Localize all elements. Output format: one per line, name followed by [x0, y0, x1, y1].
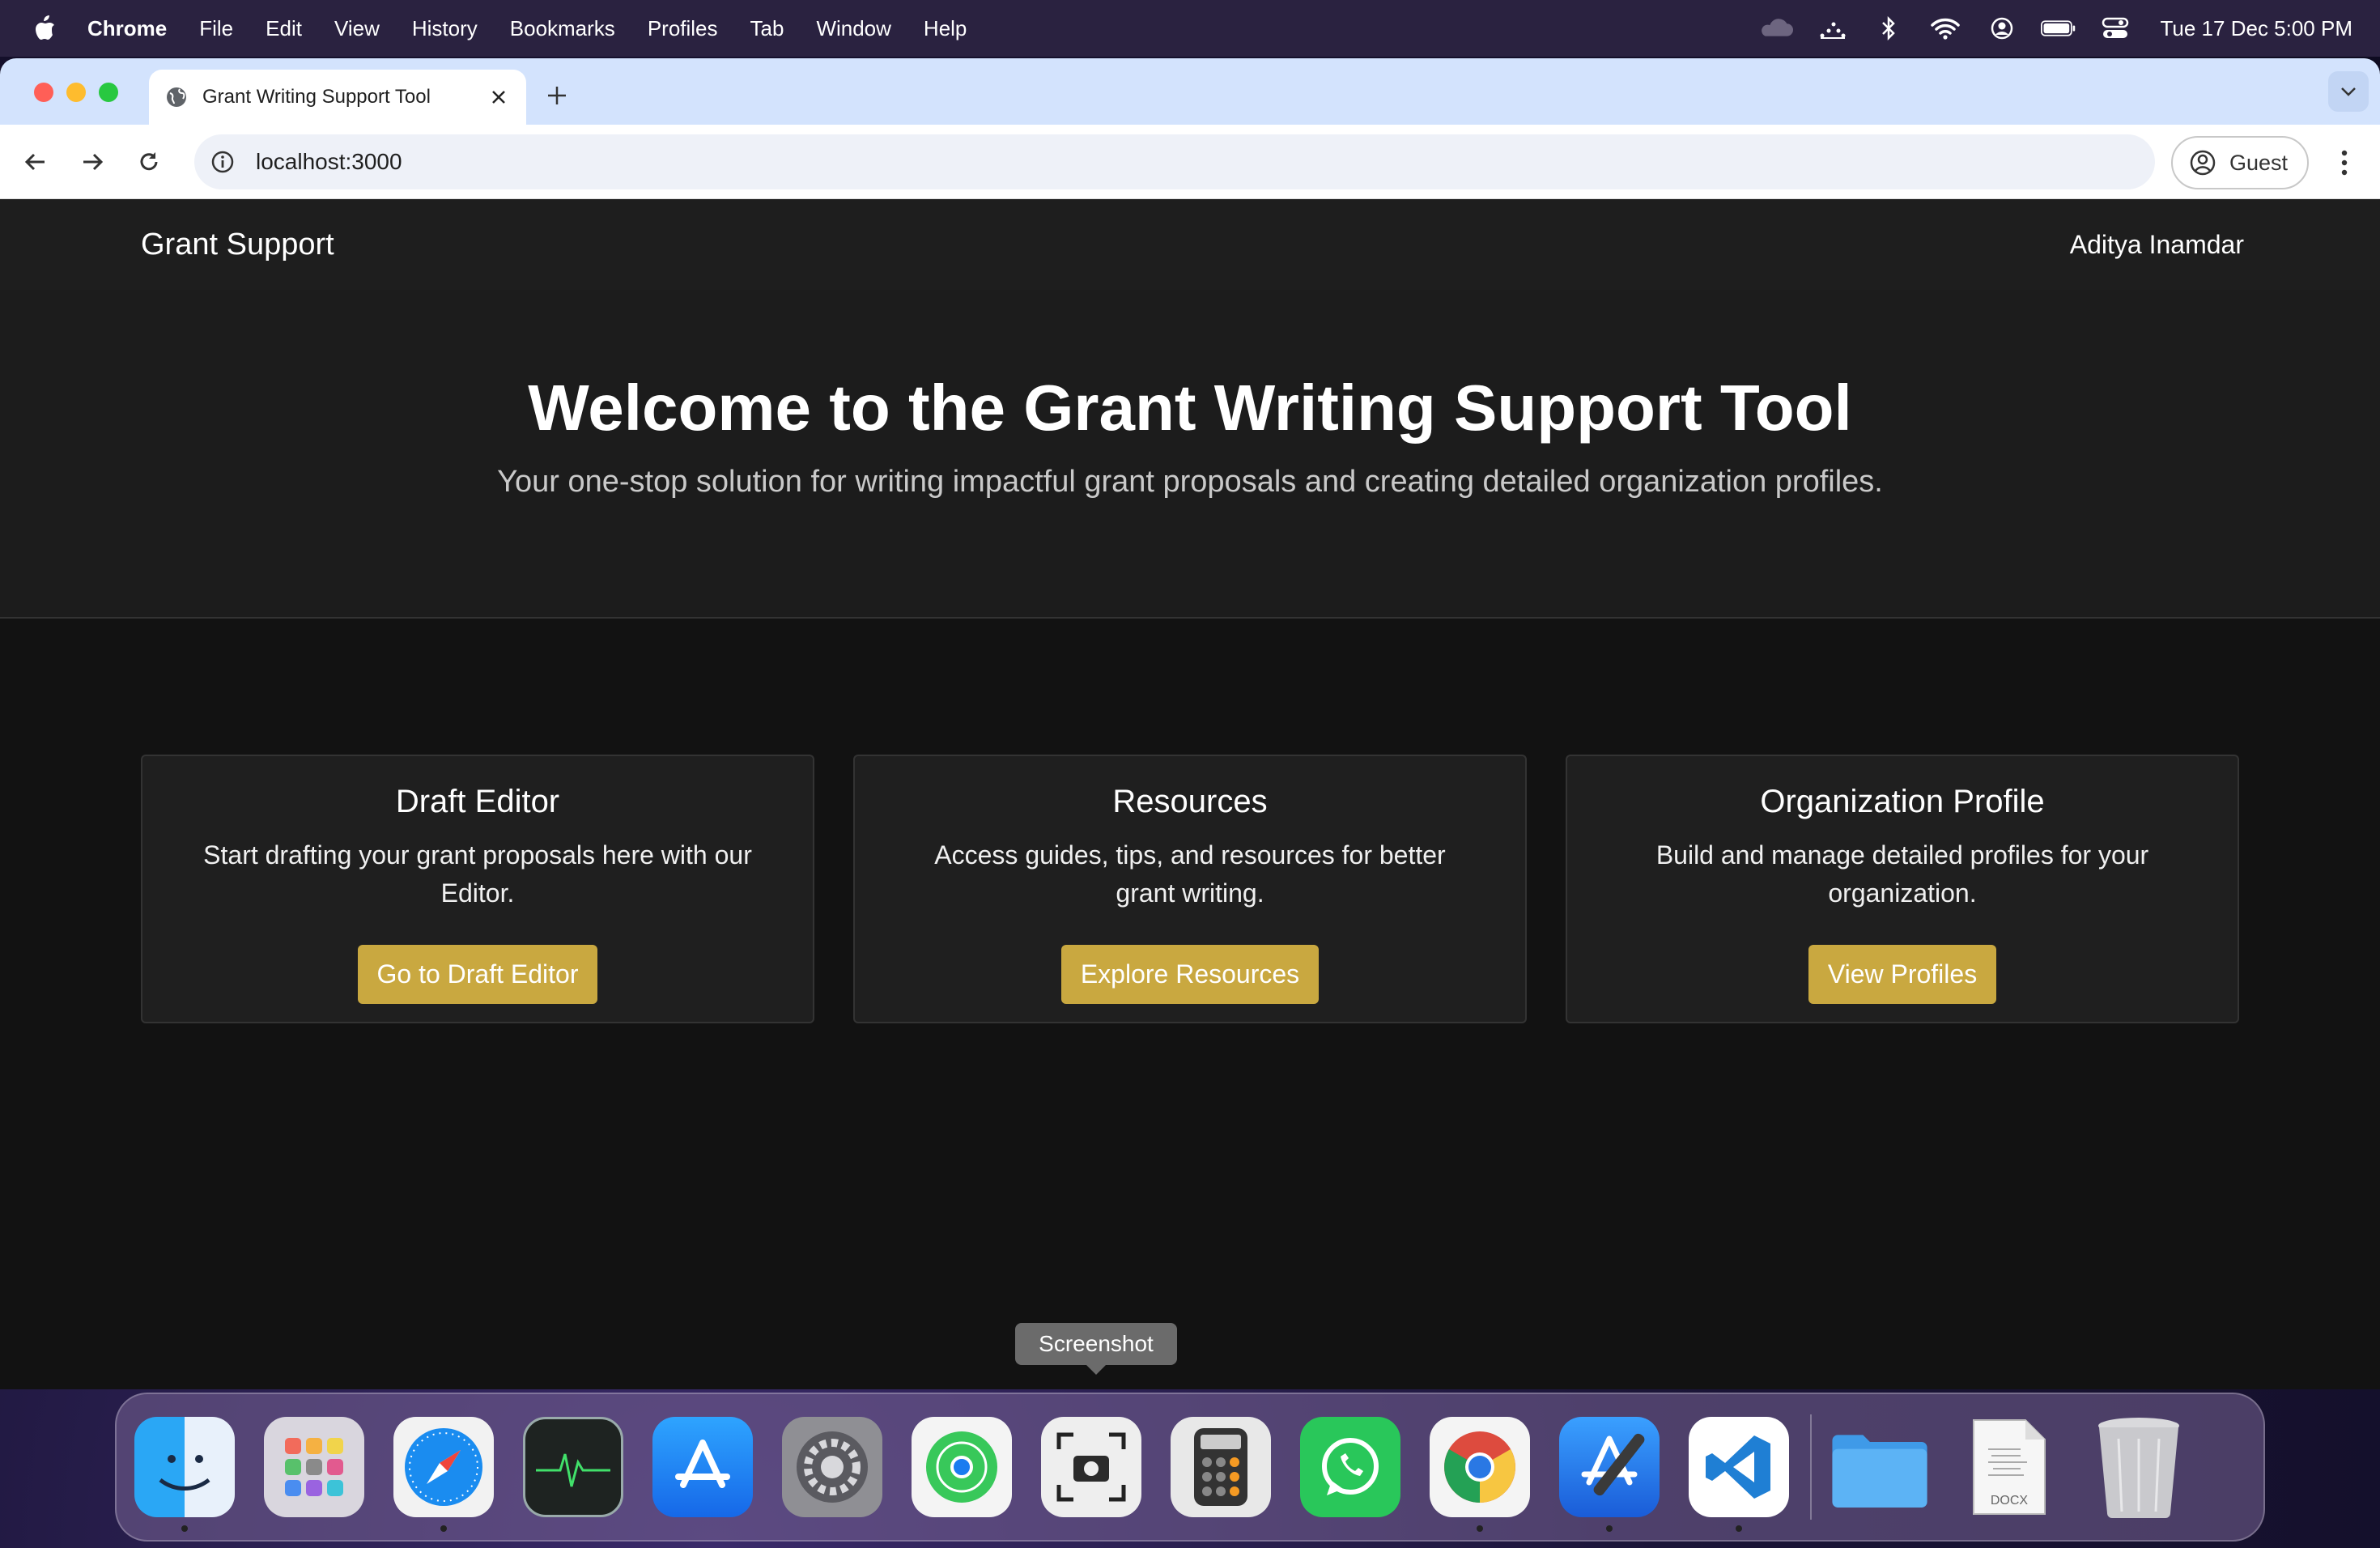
globe-icon — [165, 86, 188, 108]
bluetooth-icon[interactable] — [1871, 16, 1906, 40]
browser-toolbar: localhost:3000 Guest — [0, 125, 2380, 199]
screenshot-icon[interactable] — [1041, 1417, 1141, 1517]
window-controls — [34, 83, 131, 102]
menu-history[interactable]: History — [412, 16, 478, 41]
safari-icon[interactable] — [393, 1417, 494, 1532]
menu-edit[interactable]: Edit — [266, 16, 302, 41]
zoom-window-button[interactable] — [99, 83, 118, 102]
close-window-button[interactable] — [34, 83, 53, 102]
activity-monitor-icon[interactable] — [523, 1417, 623, 1517]
xcode-icon[interactable] — [1559, 1417, 1660, 1532]
go-to-draft-editor-button[interactable]: Go to Draft Editor — [357, 945, 598, 1004]
card-title: Resources — [1112, 784, 1268, 819]
control-center-icon[interactable] — [2097, 16, 2133, 40]
loading-dots-icon[interactable] — [1814, 16, 1850, 40]
user-account-icon[interactable] — [1984, 16, 2020, 40]
view-profiles-button[interactable]: View Profiles — [1808, 945, 1997, 1004]
docx-file-icon[interactable]: DOCX — [1959, 1417, 2059, 1517]
wifi-icon[interactable] — [1927, 16, 1963, 40]
menu-help[interactable]: Help — [924, 16, 967, 41]
chrome-icon[interactable] — [1430, 1417, 1530, 1532]
menu-tab[interactable]: Tab — [750, 16, 784, 41]
profile-button[interactable]: Guest — [2171, 136, 2309, 189]
dock-separator — [1810, 1414, 1812, 1520]
forward-arrow-icon[interactable] — [76, 146, 108, 178]
user-name[interactable]: Aditya Inamdar — [2070, 230, 2244, 260]
whatsapp-icon[interactable] — [1300, 1417, 1400, 1517]
menu-app-chrome[interactable]: Chrome — [87, 16, 167, 41]
app-store-icon[interactable] — [652, 1417, 753, 1517]
explore-resources-button[interactable]: Explore Resources — [1060, 945, 1320, 1004]
menu-window[interactable]: Window — [816, 16, 890, 41]
address-bar[interactable]: localhost:3000 — [194, 134, 2155, 189]
menu-bar: Chrome File Edit View History Bookmarks … — [0, 0, 2380, 57]
trash-icon[interactable] — [2089, 1417, 2189, 1518]
profile-label: Guest — [2229, 150, 2289, 175]
battery-icon[interactable] — [2040, 16, 2076, 40]
menu-bookmarks[interactable]: Bookmarks — [510, 16, 615, 41]
back-arrow-icon[interactable] — [19, 146, 52, 178]
folder-icon[interactable] — [1830, 1417, 1930, 1517]
status-area: Tue 17 Dec 5:00 PM — [1736, 16, 2353, 41]
close-tab-icon[interactable] — [487, 86, 510, 108]
tab-search-chevron-icon[interactable] — [2328, 71, 2369, 112]
cloud-icon[interactable] — [1757, 16, 1793, 40]
url-text[interactable]: localhost:3000 — [256, 149, 402, 175]
tab-strip: Grant Writing Support Tool — [0, 58, 2380, 125]
card-text: Start drafting your grant proposals here… — [203, 840, 752, 908]
reload-icon[interactable] — [133, 146, 165, 178]
card-text: Build and manage detailed profiles for y… — [1655, 840, 2149, 908]
site-info-icon[interactable] — [209, 148, 236, 176]
card-title: Draft Editor — [395, 784, 560, 819]
more-menu-icon[interactable] — [2328, 142, 2361, 183]
tab-title: Grant Writing Support Tool — [202, 86, 431, 108]
find-my-icon[interactable] — [912, 1417, 1012, 1517]
page-content: Grant Support Aditya Inamdar Welcome to … — [0, 199, 2380, 1389]
minimize-window-button[interactable] — [66, 83, 86, 102]
new-tab-icon[interactable] — [541, 79, 573, 112]
menu-profiles[interactable]: Profiles — [648, 16, 718, 41]
apple-icon[interactable] — [32, 15, 57, 42]
card-resources: Resources Access guides, tips, and resou… — [853, 755, 1527, 1023]
calculator-icon[interactable] — [1171, 1417, 1271, 1517]
site-navbar: Grant Support Aditya Inamdar — [0, 199, 2380, 290]
hero-subtitle: Your one-stop solution for writing impac… — [497, 465, 1883, 499]
menu-clock[interactable]: Tue 17 Dec 5:00 PM — [2161, 16, 2353, 41]
hero-title: Welcome to the Grant Writing Support Too… — [528, 372, 1852, 444]
brand-link[interactable]: Grant Support — [141, 228, 334, 262]
system-settings-icon[interactable] — [782, 1417, 882, 1517]
svg-text:DOCX: DOCX — [1991, 1494, 2029, 1508]
card-title: Organization Profile — [1760, 784, 2045, 819]
finder-icon[interactable] — [134, 1417, 235, 1532]
vscode-icon[interactable] — [1689, 1417, 1789, 1532]
feature-cards: Draft Editor Start drafting your grant p… — [141, 755, 2239, 1023]
menu-view[interactable]: View — [334, 16, 380, 41]
launchpad-icon[interactable] — [264, 1417, 364, 1517]
card-text: Access guides, tips, and resources for b… — [934, 840, 1446, 908]
tab-active[interactable]: Grant Writing Support Tool — [149, 70, 526, 125]
card-organization-profile: Organization Profile Build and manage de… — [1566, 755, 2239, 1023]
menu-file[interactable]: File — [199, 16, 233, 41]
dock-tooltip: Screenshot — [1015, 1323, 1177, 1375]
guest-profile-icon — [2189, 149, 2216, 176]
browser-window: Grant Writing Support Tool localhost:300… — [0, 58, 2380, 1389]
dock: DOCX — [115, 1393, 2265, 1542]
hero-section: Welcome to the Grant Writing Support Too… — [0, 290, 2380, 619]
card-draft-editor: Draft Editor Start drafting your grant p… — [141, 755, 814, 1023]
